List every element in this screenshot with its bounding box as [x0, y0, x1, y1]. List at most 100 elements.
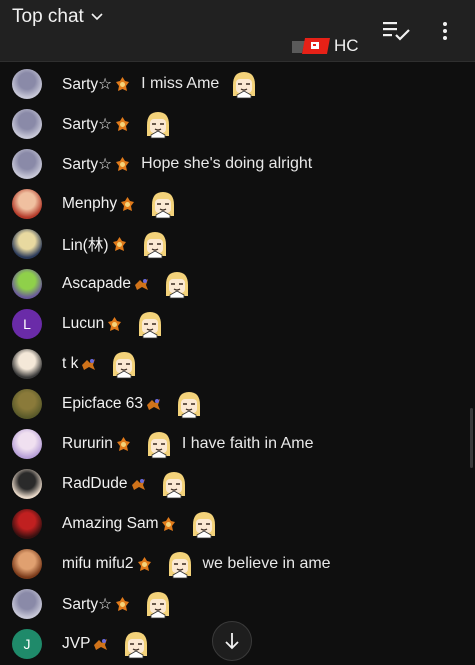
chat-message-row[interactable]: t k: [0, 344, 475, 384]
character-emote-icon: [147, 592, 170, 619]
message-content: Amazing Sam: [62, 504, 219, 544]
character-emote-icon: [125, 632, 148, 659]
message-text: we believe in ame: [202, 555, 331, 572]
chat-message-row[interactable]: Menphy: [0, 184, 475, 224]
author-name[interactable]: Rururin: [62, 435, 113, 453]
member-badge-icon: [121, 196, 135, 211]
membership-badge-icon: [292, 38, 330, 54]
gift-badge-icon: [147, 398, 160, 410]
more-vertical-icon[interactable]: [440, 20, 450, 42]
message-content: JVP: [62, 624, 151, 664]
message-content: Menphy: [62, 184, 178, 224]
character-emote-icon: [162, 472, 185, 499]
chevron-down-icon: [91, 13, 103, 21]
chat-message-row[interactable]: Amazing Sam: [0, 504, 475, 544]
avatar[interactable]: [12, 189, 42, 219]
message-text: I miss Ame: [141, 75, 220, 92]
chat-message-row[interactable]: Sarty☆: [0, 104, 475, 144]
chat-message-row[interactable]: Ascapade: [0, 264, 475, 304]
member-badge-icon: [108, 316, 122, 331]
message-content: mifu mifu2 we believe in ame: [62, 544, 331, 584]
member-badge-icon: [116, 76, 130, 91]
character-emote-icon: [113, 352, 136, 379]
message-content: Ascapade: [62, 264, 192, 304]
chat-message-row[interactable]: mifu mifu2 we believe in ame: [0, 544, 475, 584]
character-emote-icon: [178, 392, 200, 419]
chat-message-row[interactable]: Sarty☆ Hope she's doing alright: [0, 144, 475, 184]
member-badge-icon: [116, 116, 130, 131]
member-badge-icon: [116, 156, 130, 171]
arrow-down-icon: [225, 633, 239, 650]
avatar[interactable]: [12, 549, 42, 579]
avatar[interactable]: L: [12, 309, 42, 339]
message-content: Lin(林): [62, 224, 170, 264]
author-name[interactable]: t k: [62, 355, 78, 373]
message-text: I have faith in Ame: [181, 435, 314, 452]
character-emote-icon: [143, 232, 166, 259]
author-name[interactable]: Sarty☆: [62, 155, 112, 174]
gift-badge-icon: [82, 358, 96, 370]
avatar[interactable]: [12, 469, 42, 499]
author-name[interactable]: Lucun: [62, 315, 104, 333]
avatar[interactable]: [12, 429, 42, 459]
character-emote-icon: [139, 312, 162, 339]
author-name[interactable]: Sarty☆: [62, 595, 112, 614]
character-emote-icon: [193, 512, 216, 539]
avatar[interactable]: [12, 389, 42, 419]
scroll-to-bottom-button[interactable]: [212, 621, 252, 661]
author-name[interactable]: Sarty☆: [62, 75, 112, 94]
avatar[interactable]: [12, 269, 42, 299]
message-content: Rururin I have faith in Ame: [62, 424, 313, 464]
author-name[interactable]: Amazing Sam: [62, 515, 158, 533]
membership-label: HC: [334, 36, 359, 55]
chat-mode-dropdown[interactable]: Top chat: [12, 6, 104, 28]
chat-message-list[interactable]: Sarty☆ I miss Ame Sarty☆ Sarty☆ Hope she's d…: [0, 64, 475, 665]
character-emote-icon: [147, 112, 170, 139]
message-content: Sarty☆ Hope she's doing alright: [62, 144, 312, 184]
member-badge-icon: [162, 516, 176, 531]
avatar[interactable]: [12, 349, 42, 379]
author-name[interactable]: RadDude: [62, 475, 128, 493]
member-badge-icon: [116, 436, 130, 451]
message-content: Sarty☆ I miss Ame: [62, 64, 259, 104]
playlist-check-icon[interactable]: [383, 20, 411, 42]
chat-message-row[interactable]: Rururin I have faith in Ame: [0, 424, 475, 464]
chat-header: Top chat HC: [0, 0, 475, 62]
message-content: Lucun: [62, 304, 165, 344]
chat-message-row[interactable]: L Lucun: [0, 304, 475, 344]
author-name[interactable]: Lin(林): [62, 233, 109, 255]
message-content: Sarty☆: [62, 104, 173, 144]
author-name[interactable]: JVP: [62, 635, 90, 653]
character-emote-icon: [152, 192, 175, 219]
member-badge-icon: [112, 236, 126, 251]
message-content: RadDude: [62, 464, 189, 504]
author-name[interactable]: Sarty☆: [62, 115, 112, 134]
character-emote-icon: [147, 432, 170, 459]
avatar[interactable]: J: [12, 629, 42, 659]
gift-badge-icon: [131, 478, 145, 490]
member-badge-icon: [116, 596, 130, 611]
chat-message-row[interactable]: Sarty☆: [0, 584, 475, 624]
character-emote-icon: [165, 272, 188, 299]
chat-message-row[interactable]: Lin(林): [0, 224, 475, 264]
chat-scrollbar[interactable]: [470, 408, 473, 468]
member-badge-icon: [137, 556, 151, 571]
avatar[interactable]: [12, 509, 42, 539]
avatar[interactable]: [12, 589, 42, 619]
chat-message-row[interactable]: Epicface 63: [0, 384, 475, 424]
chat-message-row[interactable]: Sarty☆ I miss Ame: [0, 64, 475, 104]
avatar[interactable]: [12, 69, 42, 99]
avatar[interactable]: [12, 149, 42, 179]
character-emote-icon: [168, 552, 191, 579]
author-name[interactable]: Ascapade: [62, 275, 131, 293]
character-emote-icon: [233, 72, 256, 99]
chat-message-row[interactable]: RadDude: [0, 464, 475, 504]
author-name[interactable]: Epicface 63: [62, 395, 143, 413]
avatar[interactable]: [12, 109, 42, 139]
message-content: Sarty☆: [62, 584, 173, 624]
membership-indicator[interactable]: HC: [291, 36, 359, 56]
chat-mode-title: Top chat: [12, 6, 84, 27]
author-name[interactable]: Menphy: [62, 195, 117, 213]
avatar[interactable]: [12, 229, 42, 259]
author-name[interactable]: mifu mifu2: [62, 555, 134, 573]
